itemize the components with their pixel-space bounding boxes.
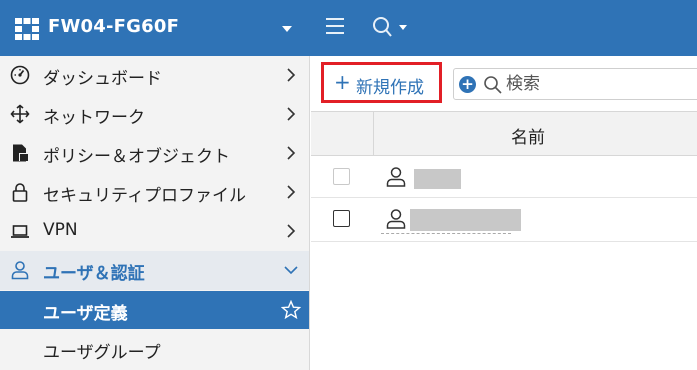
star-icon[interactable] [281, 300, 301, 320]
sidebar-item-dashboard[interactable]: ダッシュボード [0, 56, 309, 95]
fortinet-logo-icon [15, 18, 39, 40]
table-row[interactable] [311, 198, 697, 242]
sidebar-subitem-label: ユーザ定義 [43, 304, 128, 324]
chevron-down-icon [284, 266, 298, 275]
hamburger-menu-icon[interactable] [326, 18, 344, 34]
sidebar-item-label: ユーザ＆認証 [43, 264, 145, 284]
sidebar-item-label: ネットワーク [43, 108, 145, 128]
chevron-down-icon [282, 26, 292, 32]
table-header: 名前 [311, 111, 697, 156]
search-icon [484, 76, 502, 94]
sidebar-item-network[interactable]: ネットワーク [0, 95, 309, 134]
plus-icon: + [334, 70, 351, 94]
search-icon[interactable] [372, 16, 412, 38]
sidebar-item-label: セキュリティプロファイル [43, 186, 246, 206]
dashboard-icon [10, 65, 30, 85]
name-underline [381, 233, 511, 234]
create-new-label: 新規作成 [356, 78, 424, 98]
device-selector[interactable]: FW04-FG60F [0, 0, 310, 56]
redacted-name [414, 169, 461, 189]
user-icon [386, 209, 406, 229]
laptop-icon [11, 225, 29, 238]
top-bar: FW04-FG60F [0, 0, 697, 56]
sidebar-item-label: ダッシュボード [43, 69, 162, 89]
network-icon [10, 104, 30, 124]
table-row[interactable] [311, 156, 697, 198]
create-new-button[interactable]: + 新規作成 [321, 62, 442, 103]
redacted-name [410, 209, 521, 231]
sidebar-item-label: VPN [43, 220, 78, 240]
sidebar-item-policy-objects[interactable]: ポリシー＆オブジェクト [0, 134, 309, 173]
chevron-right-icon [287, 68, 296, 82]
column-header-name[interactable]: 名前 [511, 123, 545, 148]
app-root: FW04-FG60F ダッシュボード ネットワーク ポリシー＆オブジェクト セキ… [0, 0, 697, 370]
chevron-right-icon [287, 224, 296, 238]
toolbar: + 新規作成 + [311, 56, 697, 111]
sidebar-subitem-user-definition[interactable]: ユーザ定義 [0, 291, 309, 329]
chevron-right-icon [287, 146, 296, 160]
lock-icon [12, 183, 28, 202]
sidebar: ダッシュボード ネットワーク ポリシー＆オブジェクト セキュリティプロファイル … [0, 56, 310, 370]
sidebar-item-user-auth[interactable]: ユーザ＆認証 [0, 251, 309, 290]
sidebar-item-security-profiles[interactable]: セキュリティプロファイル [0, 173, 309, 212]
add-filter-icon[interactable]: + [459, 76, 476, 93]
chevron-right-icon [287, 107, 296, 121]
sidebar-item-vpn[interactable]: VPN [0, 212, 309, 251]
sidebar-subitem-user-group[interactable]: ユーザグループ [0, 330, 309, 368]
row-checkbox[interactable] [333, 168, 350, 185]
policy-icon [13, 144, 28, 162]
chevron-right-icon [287, 185, 296, 199]
main-panel: + 新規作成 + 名前 [311, 56, 697, 370]
user-icon [11, 261, 29, 280]
row-checkbox[interactable] [333, 210, 350, 227]
sidebar-item-label: ポリシー＆オブジェクト [43, 147, 230, 167]
user-icon [386, 167, 406, 187]
sidebar-subitem-label: ユーザグループ [43, 343, 161, 363]
select-all-column [311, 112, 374, 156]
search-input[interactable] [506, 72, 696, 96]
search-box: + [453, 68, 697, 100]
device-name: FW04-FG60F [48, 16, 180, 37]
